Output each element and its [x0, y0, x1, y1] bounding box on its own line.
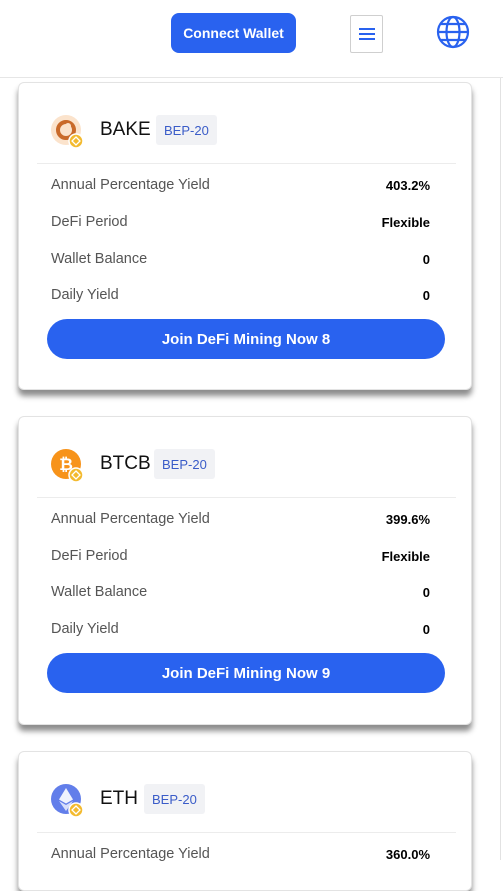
- token-name: ETH: [100, 788, 138, 809]
- card-divider: [37, 497, 456, 498]
- period-label: DeFi Period: [51, 548, 128, 564]
- btcb-coin-icon: ₿: [51, 449, 84, 483]
- daily-yield-value: 0: [422, 621, 430, 637]
- balance-value: 0: [422, 584, 430, 600]
- balance-label: Wallet Balance: [51, 584, 148, 600]
- apy-value: 399.6%: [385, 511, 430, 527]
- network-badge: BEP-20: [156, 115, 217, 145]
- period-value: Flexible: [381, 214, 430, 230]
- apy-value: 403.2%: [385, 177, 430, 193]
- balance-row: Wallet Balance 0: [51, 249, 430, 269]
- apy-value: 360.0%: [385, 846, 430, 862]
- menu-button[interactable]: [350, 15, 383, 53]
- daily-yield-label: Daily Yield: [51, 287, 119, 303]
- eth-coin-icon: [51, 784, 84, 818]
- join-defi-mining-button[interactable]: Join DeFi Mining Now 9: [47, 653, 445, 693]
- period-label: DeFi Period: [51, 214, 128, 230]
- apy-row: Annual Percentage Yield 399.6%: [51, 509, 430, 529]
- hamburger-menu-icon: [358, 28, 375, 40]
- token-name: BTCB: [100, 453, 151, 474]
- globe-icon: [436, 15, 470, 49]
- apy-label: Annual Percentage Yield: [51, 177, 210, 193]
- card-header: ₿ BTCB BEP-20: [19, 417, 471, 497]
- card-header: BAKE BEP-20: [19, 83, 471, 163]
- balance-value: 0: [422, 251, 430, 267]
- pool-card-bake: BAKE BEP-20 Annual Percentage Yield 403.…: [18, 82, 472, 390]
- period-row: DeFi Period Flexible: [51, 546, 430, 566]
- scrollbar-track[interactable]: [500, 78, 501, 860]
- period-row: DeFi Period Flexible: [51, 212, 430, 232]
- network-badge: BEP-20: [154, 449, 215, 479]
- bake-coin-icon: [51, 115, 84, 149]
- daily-yield-row: Daily Yield 0: [51, 619, 430, 639]
- balance-label: Wallet Balance: [51, 251, 148, 267]
- card-divider: [37, 832, 456, 833]
- card-header: ETH BEP-20: [19, 752, 471, 832]
- apy-label: Annual Percentage Yield: [51, 511, 210, 527]
- pool-card-btcb: ₿ BTCB BEP-20 Annual Percentage Yield 39…: [18, 416, 472, 725]
- token-name: BAKE: [100, 119, 151, 140]
- network-badge: BEP-20: [144, 784, 205, 814]
- card-divider: [37, 163, 456, 164]
- daily-yield-label: Daily Yield: [51, 621, 119, 637]
- connect-wallet-button[interactable]: Connect Wallet: [171, 13, 296, 53]
- language-button[interactable]: [436, 15, 470, 49]
- apy-row: Annual Percentage Yield 403.2%: [51, 175, 430, 195]
- period-value: Flexible: [381, 548, 430, 564]
- top-header: Connect Wallet: [0, 0, 503, 78]
- daily-yield-value: 0: [422, 287, 430, 303]
- apy-row: Annual Percentage Yield 360.0%: [51, 844, 430, 864]
- pool-card-eth: ETH BEP-20 Annual Percentage Yield 360.0…: [18, 751, 472, 891]
- daily-yield-row: Daily Yield 0: [51, 285, 430, 305]
- join-defi-mining-button[interactable]: Join DeFi Mining Now 8: [47, 319, 445, 359]
- balance-row: Wallet Balance 0: [51, 582, 430, 602]
